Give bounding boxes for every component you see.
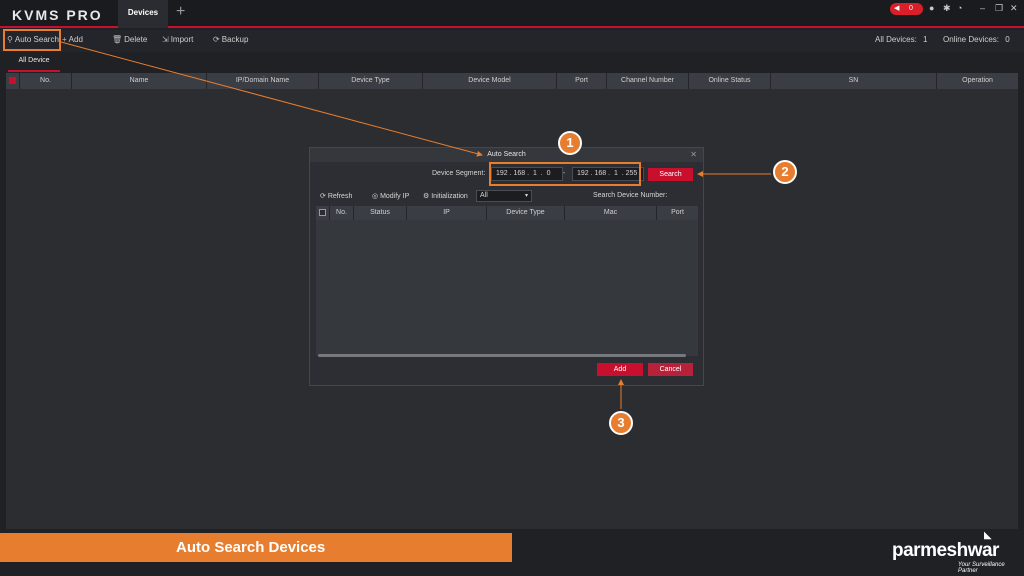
annotation-arrows [60, 41, 771, 409]
caption-banner: Auto Search Devices [0, 533, 512, 562]
brand-tagline: Your Surveillance Partner [958, 562, 1005, 574]
brand-logo: parmeshwar [892, 540, 999, 561]
callout-3: 3 [609, 411, 633, 435]
banner-caption: Auto Search Devices [176, 539, 326, 556]
camera-icon: ◣ [984, 530, 992, 541]
app-window: KVMS PRO Devices + ◀ 0 ● ✱ ◔ – ❐ ✕ ⚲ Auto… [0, 0, 1024, 576]
arrow-auto-search [60, 41, 483, 157]
callout-2: 2 [773, 160, 797, 184]
callout-1: 1 [558, 131, 582, 155]
